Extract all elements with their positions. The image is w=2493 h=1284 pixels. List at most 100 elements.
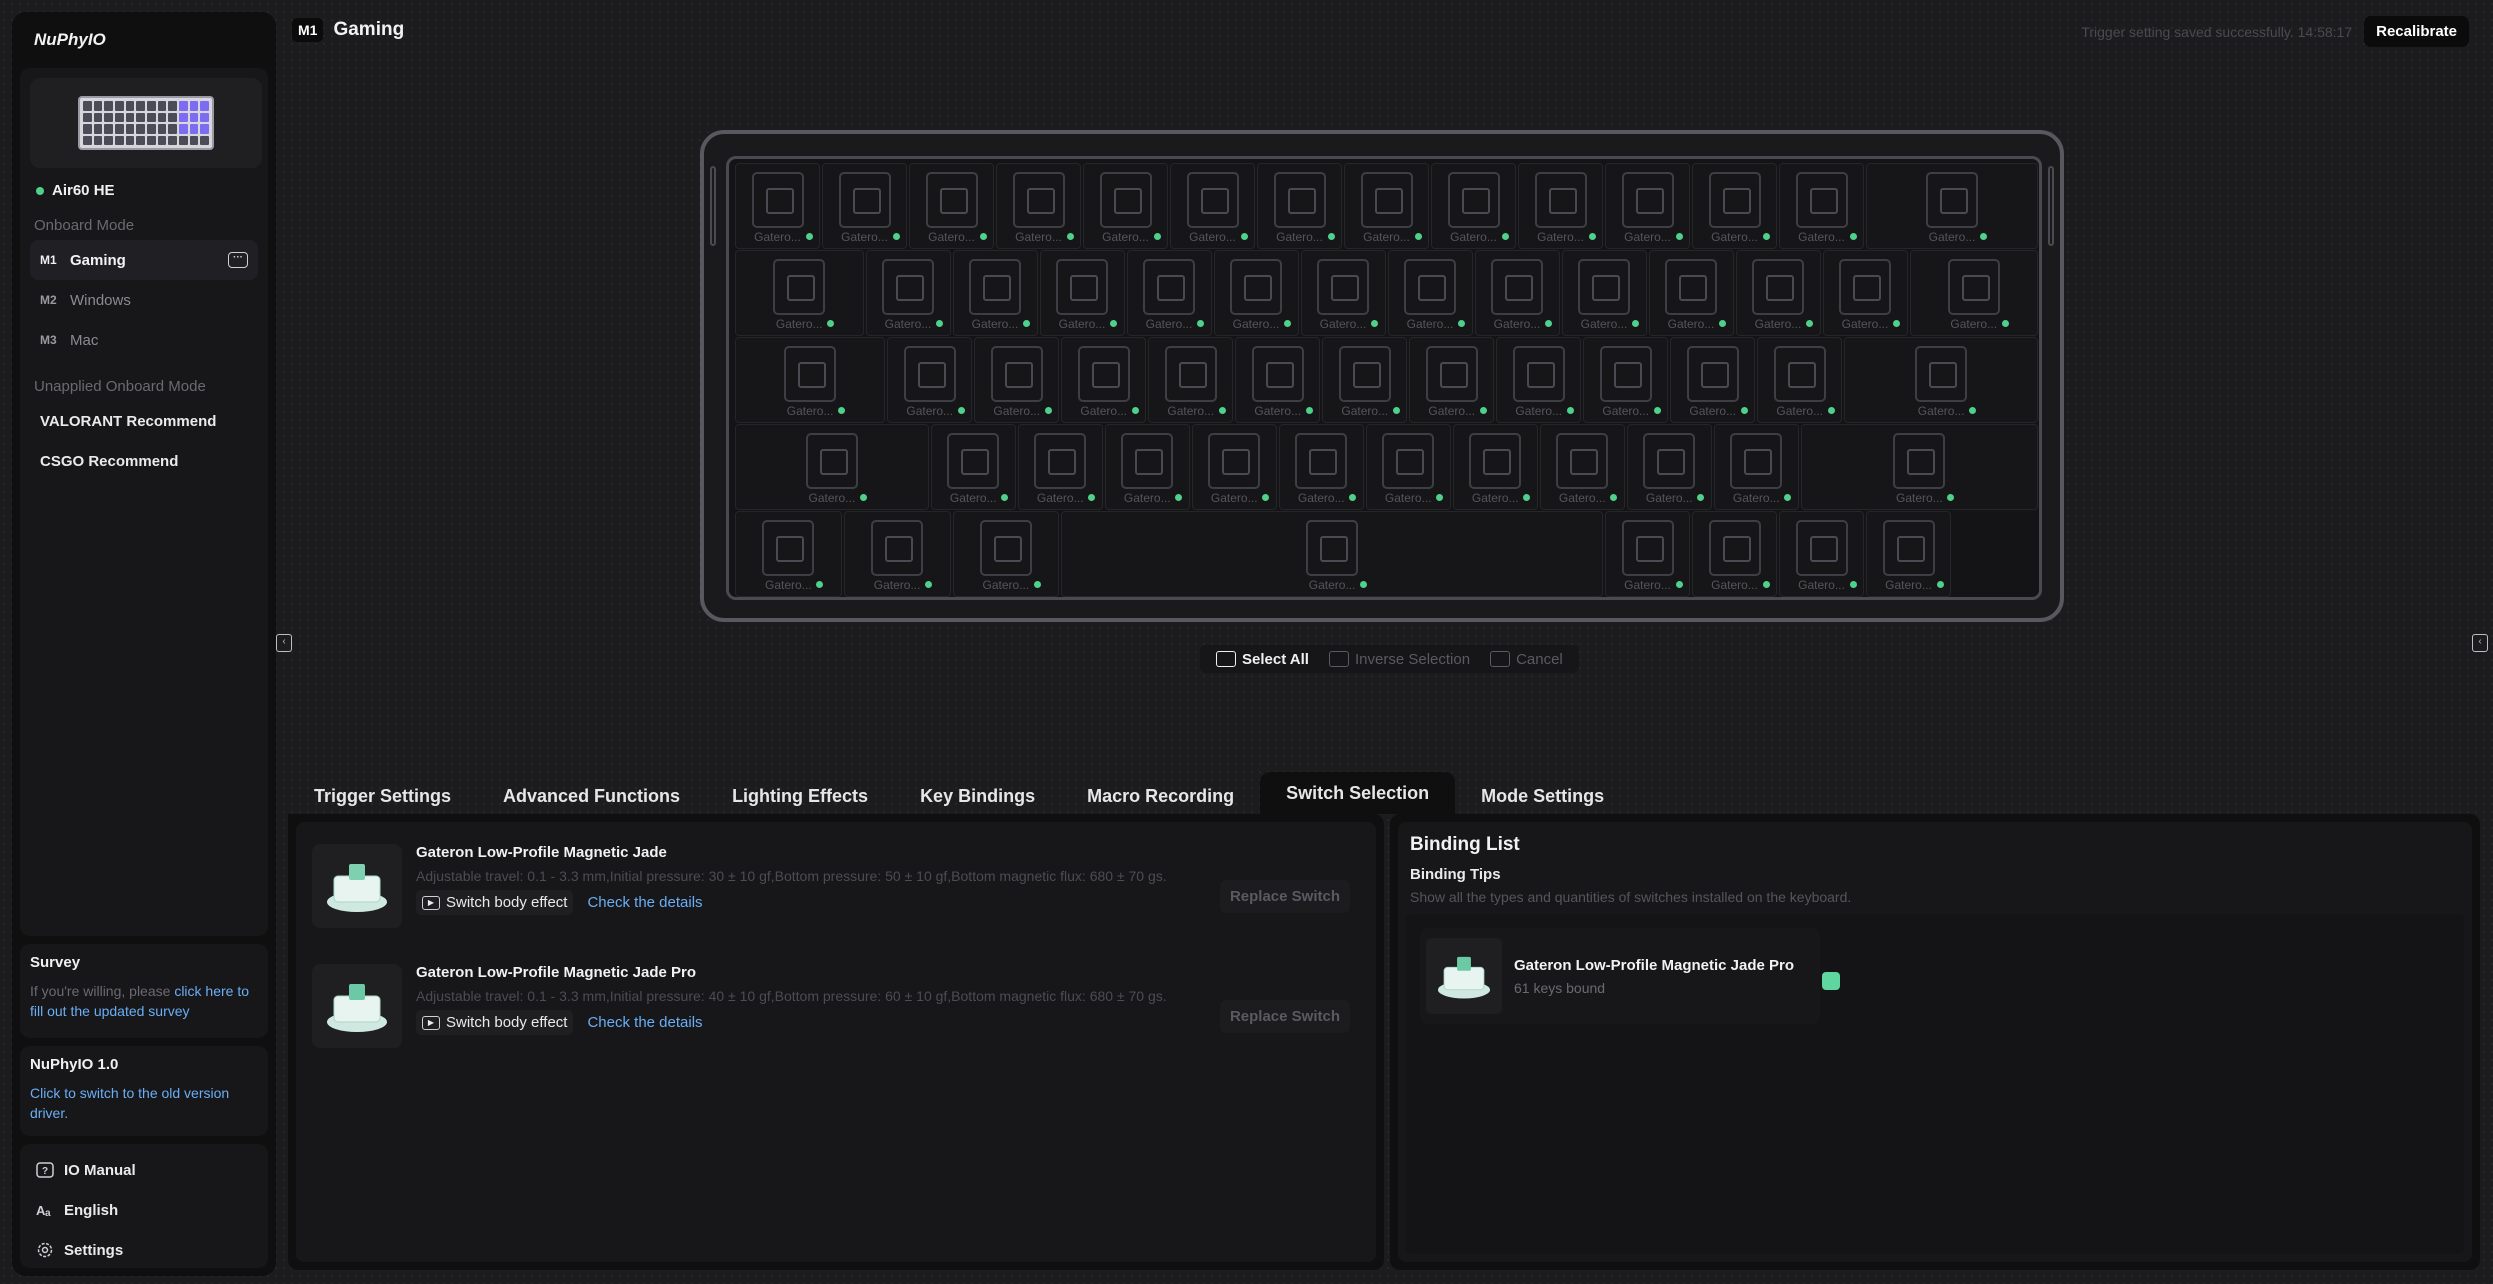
collapse-right-icon[interactable]: ‹ [2472, 634, 2488, 652]
tab-mode-settings[interactable]: Mode Settings [1455, 778, 1630, 814]
keyboard-key[interactable]: Gatero... [735, 163, 820, 249]
switch-effect-button[interactable]: ▶ Switch body effect [416, 890, 574, 915]
keyboard-key[interactable]: Gatero... [1257, 163, 1342, 249]
keyboard-key[interactable]: Gatero... [1039, 250, 1125, 336]
keyboard-key[interactable]: Gatero... [1561, 250, 1647, 336]
check-details-link[interactable]: Check the details [587, 1014, 702, 1031]
tab-key-bindings[interactable]: Key Bindings [894, 778, 1061, 814]
keyboard-key[interactable]: Gatero... [974, 337, 1060, 423]
old-version-link[interactable]: Click to switch to the old version drive… [30, 1083, 258, 1123]
keyboard-key[interactable]: Gatero... [1017, 424, 1103, 510]
tab-trigger-settings[interactable]: Trigger Settings [288, 778, 477, 814]
tab-macro-recording[interactable]: Macro Recording [1061, 778, 1260, 814]
keyboard-key[interactable]: Gatero... [1779, 511, 1864, 597]
switch-color-swatch[interactable] [1822, 972, 1840, 990]
keyboard-key[interactable]: Gatero... [735, 337, 886, 423]
switch-bound-dot [1218, 407, 1226, 414]
keyboard-key[interactable]: Gatero... [1061, 337, 1147, 423]
more-options-icon[interactable]: ··· [228, 252, 248, 268]
keyboard-key[interactable]: Gatero... [1713, 424, 1799, 510]
cancel-icon [1490, 651, 1511, 667]
keyboard-key[interactable]: Gatero... [1909, 250, 2038, 336]
keyboard-key[interactable]: Gatero... [1539, 424, 1625, 510]
keyboard-key[interactable]: Gatero... [1148, 337, 1234, 423]
mode-item-mac[interactable]: M3 Mac [30, 320, 258, 360]
keyboard-key[interactable]: Gatero... [1692, 511, 1777, 597]
keyboard-key[interactable]: Gatero... [1626, 424, 1712, 510]
keyboard-key[interactable]: Gatero... [1605, 163, 1690, 249]
device-selector[interactable]: Air60 HE [30, 182, 258, 199]
keyboard-key[interactable]: Gatero... [1800, 424, 2038, 510]
switch-icon [1251, 346, 1304, 402]
keyboard-key[interactable]: Gatero... [1235, 337, 1321, 423]
recalibrate-button[interactable]: Recalibrate [2364, 16, 2469, 47]
keyboard-key[interactable]: Gatero... [1692, 163, 1777, 249]
keyboard-key[interactable]: Gatero... [1213, 250, 1299, 336]
keyboard-key[interactable]: Gatero... [887, 337, 973, 423]
device-image[interactable] [30, 78, 262, 168]
collapse-left-icon[interactable]: ‹ [276, 634, 292, 652]
keyboard-key[interactable]: Gatero... [1757, 337, 1843, 423]
keyboard-key[interactable]: Gatero... [1170, 163, 1255, 249]
keyboard-key[interactable]: Gatero... [1409, 337, 1495, 423]
keyboard-key[interactable]: Gatero... [1126, 250, 1212, 336]
recommend-csgo[interactable]: CSGO Recommend [30, 441, 258, 481]
keyboard-key[interactable]: Gatero... [1844, 337, 2038, 423]
keyboard-key[interactable]: Gatero... [1365, 424, 1451, 510]
keyboard-key[interactable]: Gatero... [1779, 163, 1864, 249]
switch-icon [1012, 172, 1065, 228]
keyboard-key[interactable]: Gatero... [735, 424, 929, 510]
check-details-link[interactable]: Check the details [587, 894, 702, 911]
keyboard-key[interactable]: Gatero... [1104, 424, 1190, 510]
inverse-selection-button[interactable]: Inverse Selection [1321, 651, 1478, 668]
keyboard-thumbnail [78, 96, 214, 150]
mode-item-windows[interactable]: M2 Windows [30, 280, 258, 320]
io-manual-item[interactable]: ? IO Manual [28, 1150, 260, 1190]
mode-item-gaming[interactable]: M1 Gaming ··· [30, 240, 258, 280]
keyboard-key[interactable]: Gatero... [930, 424, 1016, 510]
keyboard-key[interactable]: Gatero... [996, 163, 1081, 249]
switch-effect-button[interactable]: ▶ Switch body effect [416, 1010, 574, 1035]
keyboard-key[interactable]: Gatero... [1735, 250, 1821, 336]
keyboard-key[interactable]: Gatero... [1300, 250, 1386, 336]
keyboard-key[interactable]: Gatero... [735, 250, 864, 336]
keyboard-key[interactable]: Gatero... [822, 163, 907, 249]
replace-switch-button[interactable]: Replace Switch [1219, 880, 1350, 913]
replace-switch-button[interactable]: Replace Switch [1219, 1000, 1350, 1033]
tab-advanced-functions[interactable]: Advanced Functions [477, 778, 706, 814]
keyboard-key[interactable]: Gatero... [1866, 511, 1951, 597]
keyboard-key[interactable]: Gatero... [1083, 163, 1168, 249]
keyboard-key[interactable]: Gatero... [1496, 337, 1582, 423]
keyboard-key[interactable]: Gatero... [1605, 511, 1690, 597]
keyboard-key[interactable]: Gatero... [735, 511, 842, 597]
mode-tag: M1 [40, 253, 57, 267]
keyboard-key[interactable]: Gatero... [952, 250, 1038, 336]
keyboard-key[interactable]: Gatero... [843, 511, 951, 597]
tab-switch-selection[interactable]: Switch Selection [1260, 772, 1456, 814]
keyboard-key[interactable]: Gatero... [1474, 250, 1560, 336]
keyboard-key[interactable]: Gatero... [1061, 511, 1603, 597]
keyboard-key[interactable]: Gatero... [952, 511, 1060, 597]
tab-lighting-effects[interactable]: Lighting Effects [706, 778, 894, 814]
recommend-valorant[interactable]: VALORANT Recommend [30, 401, 258, 441]
keyboard-key[interactable]: Gatero... [1431, 163, 1516, 249]
keyboard-key[interactable]: Gatero... [1191, 424, 1277, 510]
keyboard-key[interactable]: Gatero... [1518, 163, 1603, 249]
keyboard-key[interactable]: Gatero... [909, 163, 994, 249]
select-all-button[interactable]: Select All [1208, 651, 1317, 668]
keyboard-key[interactable]: Gatero... [1583, 337, 1669, 423]
settings-item[interactable]: Settings [28, 1230, 260, 1270]
cancel-selection-button[interactable]: Cancel [1482, 651, 1571, 668]
keyboard-key[interactable]: Gatero... [1344, 163, 1429, 249]
keyboard-key[interactable]: Gatero... [1322, 337, 1408, 423]
keyboard-key[interactable]: Gatero... [865, 250, 951, 336]
keyboard-key[interactable]: Gatero... [1278, 424, 1364, 510]
binding-item[interactable]: Gateron Low-Profile Magnetic Jade Pro 61… [1420, 928, 1840, 1024]
keyboard-key[interactable]: Gatero... [1670, 337, 1756, 423]
language-item[interactable]: Aa English [28, 1190, 260, 1230]
keyboard-key[interactable]: Gatero... [1822, 250, 1908, 336]
keyboard-key[interactable]: Gatero... [1648, 250, 1734, 336]
keyboard-key[interactable]: Gatero... [1387, 250, 1473, 336]
keyboard-key[interactable]: Gatero... [1452, 424, 1538, 510]
keyboard-key[interactable]: Gatero... [1866, 163, 2038, 249]
